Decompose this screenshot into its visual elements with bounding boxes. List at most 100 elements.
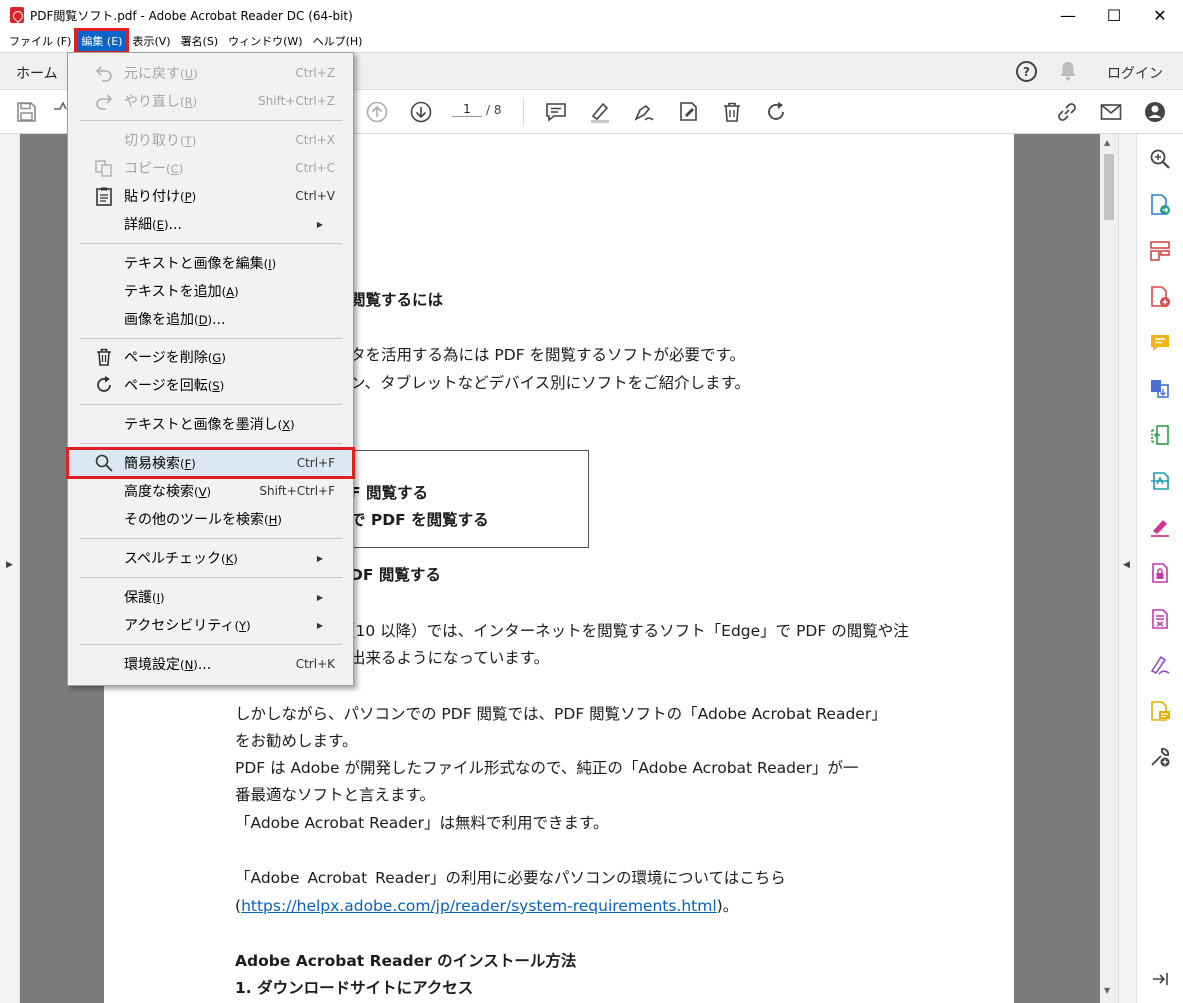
doc-paragraph: ン、タブレットなどデバイス別にソフトをご紹介します。	[350, 374, 751, 392]
menu-label: 切り取り(T)	[124, 133, 197, 149]
fill-sign-icon[interactable]	[676, 100, 700, 124]
doc-link-line: (https://helpx.adobe.com/jp/reader/syste…	[235, 896, 738, 916]
toc-item: で PDF を閲覧する	[350, 511, 489, 529]
menu-help[interactable]: ヘルプ(H)	[308, 30, 368, 52]
menu-item-edit-text-images[interactable]: テキストと画像を編集(I)	[68, 249, 353, 277]
submenu-arrow-icon: ▶	[316, 620, 323, 630]
menu-label: スペルチェック(K)	[124, 551, 238, 567]
submenu-arrow-icon: ▶	[316, 219, 323, 229]
export-pdf-icon[interactable]	[1149, 194, 1171, 216]
comment-tool-icon[interactable]	[1149, 332, 1171, 354]
menu-label: コピー(C)	[124, 161, 184, 177]
tools-pane	[1136, 134, 1183, 1003]
scroll-down-icon[interactable]: ▼	[1104, 986, 1110, 995]
menu-label: 貼り付け(P)	[124, 189, 197, 205]
login-button[interactable]: ログイン	[1107, 63, 1163, 83]
tab-home[interactable]: ホーム	[16, 63, 58, 83]
menu-label: やり直し(R)	[124, 94, 198, 110]
redact-icon[interactable]	[1149, 608, 1171, 630]
save-icon[interactable]	[14, 100, 38, 124]
trash-icon	[97, 348, 111, 366]
send-for-comments-icon[interactable]	[1149, 700, 1171, 722]
scan-ocr-icon[interactable]	[1149, 470, 1171, 492]
menu-separator	[80, 338, 342, 339]
bell-icon[interactable]	[1059, 61, 1077, 81]
menu-label: テキストを追加(A)	[124, 284, 239, 300]
menu-edit[interactable]: 編集 (E)	[74, 28, 130, 54]
menu-item-more[interactable]: 詳細(E)... ▶	[68, 210, 353, 238]
page-number-input[interactable]: 1	[452, 102, 482, 117]
doc-paragraph: 出来るようになっています。	[350, 649, 550, 667]
menu-file[interactable]: ファイル (F)	[4, 30, 76, 52]
menu-sign[interactable]: 署名(S)	[176, 30, 224, 52]
menu-item-redo[interactable]: やり直し(R) Shift+Ctrl+Z	[68, 87, 353, 115]
menu-separator	[80, 243, 342, 244]
highlight-icon[interactable]	[588, 100, 612, 124]
menu-item-add-text[interactable]: テキストを追加(A)	[68, 277, 353, 305]
compress-pdf-icon[interactable]	[1149, 424, 1171, 446]
collapse-right-icon: ◀	[1123, 560, 1130, 570]
menu-item-cut[interactable]: 切り取り(T) Ctrl+X	[68, 126, 353, 154]
more-tools-icon[interactable]	[1149, 746, 1171, 768]
menu-label: 保護(I)	[124, 590, 165, 606]
menu-item-preferences[interactable]: 環境設定(N)... Ctrl+K	[68, 650, 353, 678]
minimize-button[interactable]: —	[1045, 0, 1091, 30]
zoom-search-icon[interactable]	[1149, 148, 1171, 170]
scrollbar-thumb[interactable]	[1104, 154, 1114, 220]
rotate-icon	[97, 376, 111, 392]
left-panel-handle[interactable]: ▶	[0, 134, 20, 1003]
menu-window[interactable]: ウィンドウ(W)	[223, 30, 307, 52]
help-icon[interactable]: ?	[1016, 61, 1037, 82]
maximize-button[interactable]: ☐	[1091, 0, 1137, 30]
menu-separator	[80, 120, 342, 121]
menu-item-accessibility[interactable]: アクセシビリティ(Y) ▶	[68, 611, 353, 639]
menu-label: テキストと画像を編集(I)	[124, 256, 277, 272]
next-page-icon[interactable]	[409, 100, 433, 124]
close-button[interactable]: ✕	[1137, 0, 1183, 30]
menu-item-add-image[interactable]: 画像を追加(D)...	[68, 305, 353, 333]
menu-item-copy[interactable]: コピー(C) Ctrl+C	[68, 154, 353, 182]
fill-and-sign-icon[interactable]	[1149, 516, 1171, 538]
create-pdf-icon[interactable]	[1149, 286, 1171, 308]
menu-item-rotate-page[interactable]: ページを回転(S)	[68, 371, 353, 399]
menu-item-protect[interactable]: 保護(I) ▶	[68, 583, 353, 611]
menu-item-undo[interactable]: 元に戻す(U) Ctrl+Z	[68, 59, 353, 87]
collapse-tools-pane-icon[interactable]	[1149, 968, 1171, 990]
undo-icon	[95, 66, 112, 82]
menu-item-spell-check[interactable]: スペルチェック(K) ▶	[68, 544, 353, 572]
menu-view[interactable]: 表示(V)	[127, 30, 175, 52]
vertical-scrollbar[interactable]: ▲ ▼	[1100, 134, 1118, 1003]
menu-label: その他のツールを検索(H)	[124, 512, 282, 528]
share-link-icon[interactable]	[1055, 100, 1079, 124]
menu-shortcut: Ctrl+Z	[295, 66, 335, 80]
request-signature-icon[interactable]	[1149, 654, 1171, 676]
draw-icon[interactable]	[632, 100, 656, 124]
combine-files-icon[interactable]	[1149, 378, 1171, 400]
doc-paragraph: 「Adobe Acrobat Reader」は無料で利用できます。	[235, 814, 609, 832]
page-total: / 8	[486, 103, 502, 117]
menu-item-search-tools[interactable]: その他のツールを検索(H)	[68, 505, 353, 533]
trash-icon[interactable]	[720, 100, 744, 124]
previous-page-icon[interactable]	[365, 100, 389, 124]
menu-item-advanced-search[interactable]: 高度な検索(V) Shift+Ctrl+F	[68, 477, 353, 505]
menu-shortcut: Ctrl+F	[296, 456, 335, 470]
menu-item-find[interactable]: 簡易検索(F) Ctrl+F	[66, 447, 355, 479]
account-icon[interactable]	[1143, 100, 1167, 124]
scroll-up-icon[interactable]: ▲	[1104, 138, 1110, 147]
menu-item-paste[interactable]: 貼り付け(P) Ctrl+V	[68, 182, 353, 210]
system-requirements-link[interactable]: https://helpx.adobe.com/jp/reader/system…	[241, 897, 717, 915]
menu-item-redact[interactable]: テキストと画像を墨消し(X)	[68, 410, 353, 438]
menu-label: 高度な検索(V)	[124, 484, 212, 500]
menu-item-delete-page[interactable]: ページを削除(G)	[68, 343, 353, 371]
star-icon[interactable]	[52, 100, 68, 124]
right-panel-handle[interactable]: ◀	[1118, 134, 1136, 1003]
protect-icon[interactable]	[1149, 562, 1171, 584]
comment-icon[interactable]	[544, 100, 568, 124]
email-icon[interactable]	[1099, 100, 1123, 124]
doc-paragraph: 番最適なソフトと言えます。	[235, 786, 435, 804]
menu-separator	[80, 644, 342, 645]
link-close-paren: )。	[716, 897, 739, 915]
rotate-icon[interactable]	[764, 100, 788, 124]
organize-pages-icon[interactable]	[1149, 240, 1171, 262]
menu-label: ページを削除(G)	[124, 350, 226, 366]
